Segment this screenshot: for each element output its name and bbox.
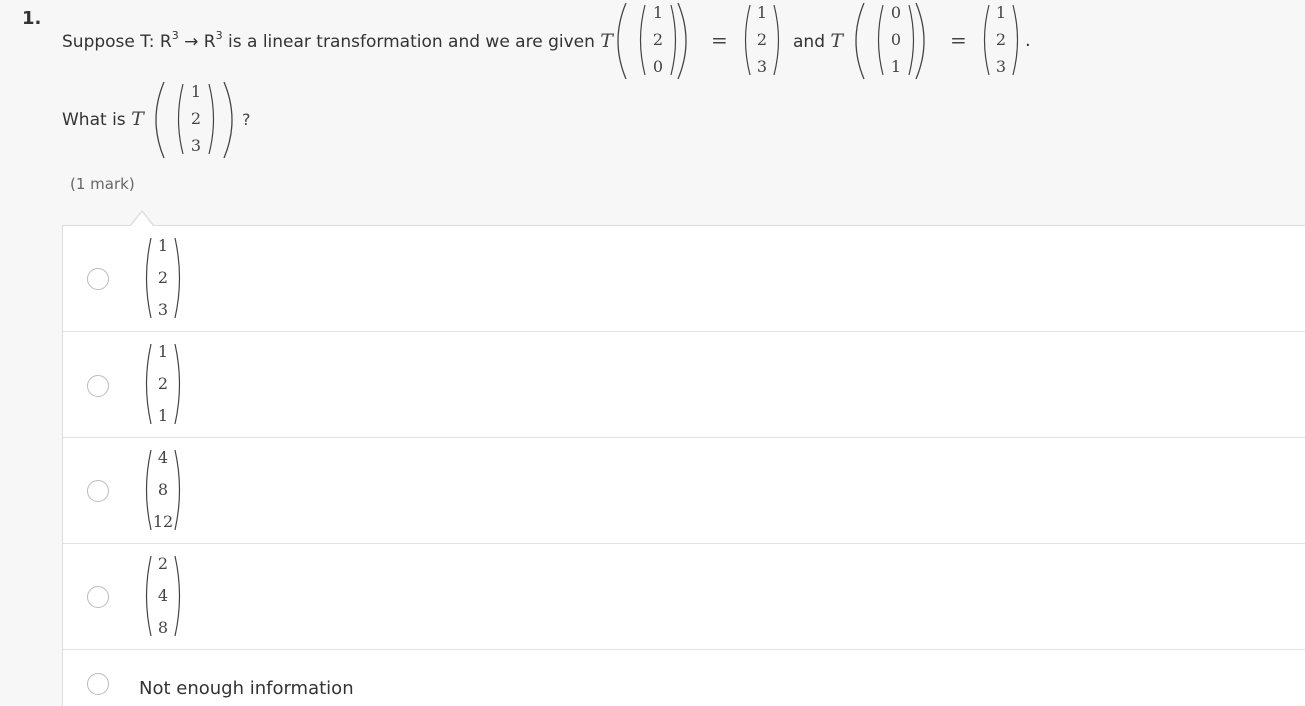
vector-entry: 3 <box>995 57 1007 76</box>
input-vector-1: 1 2 0 <box>636 3 680 77</box>
T-symbol: T <box>830 30 844 52</box>
vector-entry: 0 <box>652 57 664 76</box>
radio-button[interactable] <box>87 673 109 695</box>
T-symbol: T <box>131 108 144 130</box>
intro-text: Suppose T: R <box>62 32 172 52</box>
vector-entry: 2 <box>995 30 1007 49</box>
vector-entry: 1 <box>652 3 664 22</box>
vector-entry: 4 <box>157 448 169 467</box>
middle-text: is a linear transformation and we are gi… <box>222 32 601 52</box>
radio-button[interactable] <box>87 480 109 502</box>
arrow-text: → R <box>178 32 216 52</box>
option-vector: 1 2 1 <box>142 342 184 426</box>
answer-option-2[interactable]: 1 2 1 <box>62 332 1305 438</box>
vector-entry: 3 <box>157 300 169 319</box>
vector-entry: 1 <box>890 57 902 76</box>
question-number: 1. <box>22 8 42 29</box>
vector-entry: 4 <box>157 586 169 605</box>
input-vector-2: 0 0 1 <box>874 3 918 77</box>
and-text: and <box>793 32 825 52</box>
option-vector: 2 4 8 <box>142 554 184 638</box>
answer-option-5[interactable]: Not enough information <box>62 650 1305 701</box>
answer-option-4[interactable]: 2 4 8 <box>62 544 1305 650</box>
result-vector-1: 1 2 3 <box>741 3 783 77</box>
vector-entry: 3 <box>756 57 768 76</box>
vector-entry: 1 <box>157 342 169 361</box>
radio-button[interactable] <box>87 268 109 290</box>
marks-label: (1 mark) <box>70 175 135 193</box>
vector-entry: 12 <box>152 512 174 531</box>
answer-option-1[interactable]: 1 2 3 <box>62 226 1305 332</box>
panel-caret-inner <box>131 212 153 226</box>
superscript-1: 3 <box>171 29 179 42</box>
vector-entry: 2 <box>157 268 169 287</box>
superscript-2: 3 <box>215 29 223 42</box>
period-text: . <box>1025 30 1031 51</box>
question-mark: ? <box>242 110 251 129</box>
vector-entry: 1 <box>995 3 1007 22</box>
vector-entry: 1 <box>190 82 202 101</box>
option-vector: 4 8 12 <box>142 448 184 532</box>
equals-sign: = <box>950 28 967 52</box>
vector-entry: 2 <box>756 30 768 49</box>
vector-entry: 2 <box>652 30 664 49</box>
option-text: Not enough information <box>139 678 354 699</box>
vector-entry: 1 <box>756 3 768 22</box>
vector-entry: 1 <box>157 406 169 425</box>
vector-entry: 0 <box>890 3 902 22</box>
what-is-group: What is T <box>62 108 144 130</box>
and-text-group: and T <box>793 30 843 52</box>
radio-button[interactable] <box>87 375 109 397</box>
vector-entry: 8 <box>157 618 169 637</box>
option-vector: 1 2 3 <box>142 236 184 320</box>
vector-entry: 2 <box>190 109 202 128</box>
vector-entry: 3 <box>190 136 202 155</box>
answer-option-3[interactable]: 4 8 12 <box>62 438 1305 544</box>
vector-entry: 8 <box>157 480 169 499</box>
radio-button[interactable] <box>87 586 109 608</box>
what-is-text: What is <box>62 110 126 130</box>
vector-entry: 1 <box>157 236 169 255</box>
result-vector-2: 1 2 3 <box>980 3 1022 77</box>
query-vector: 1 2 3 <box>174 82 218 156</box>
question-text-line1: Suppose T: R3 → R3 is a linear transform… <box>62 29 613 52</box>
vector-entry: 2 <box>157 554 169 573</box>
vector-entry: 2 <box>157 374 169 393</box>
vector-entry: 0 <box>890 30 902 49</box>
equals-sign: = <box>711 28 728 52</box>
